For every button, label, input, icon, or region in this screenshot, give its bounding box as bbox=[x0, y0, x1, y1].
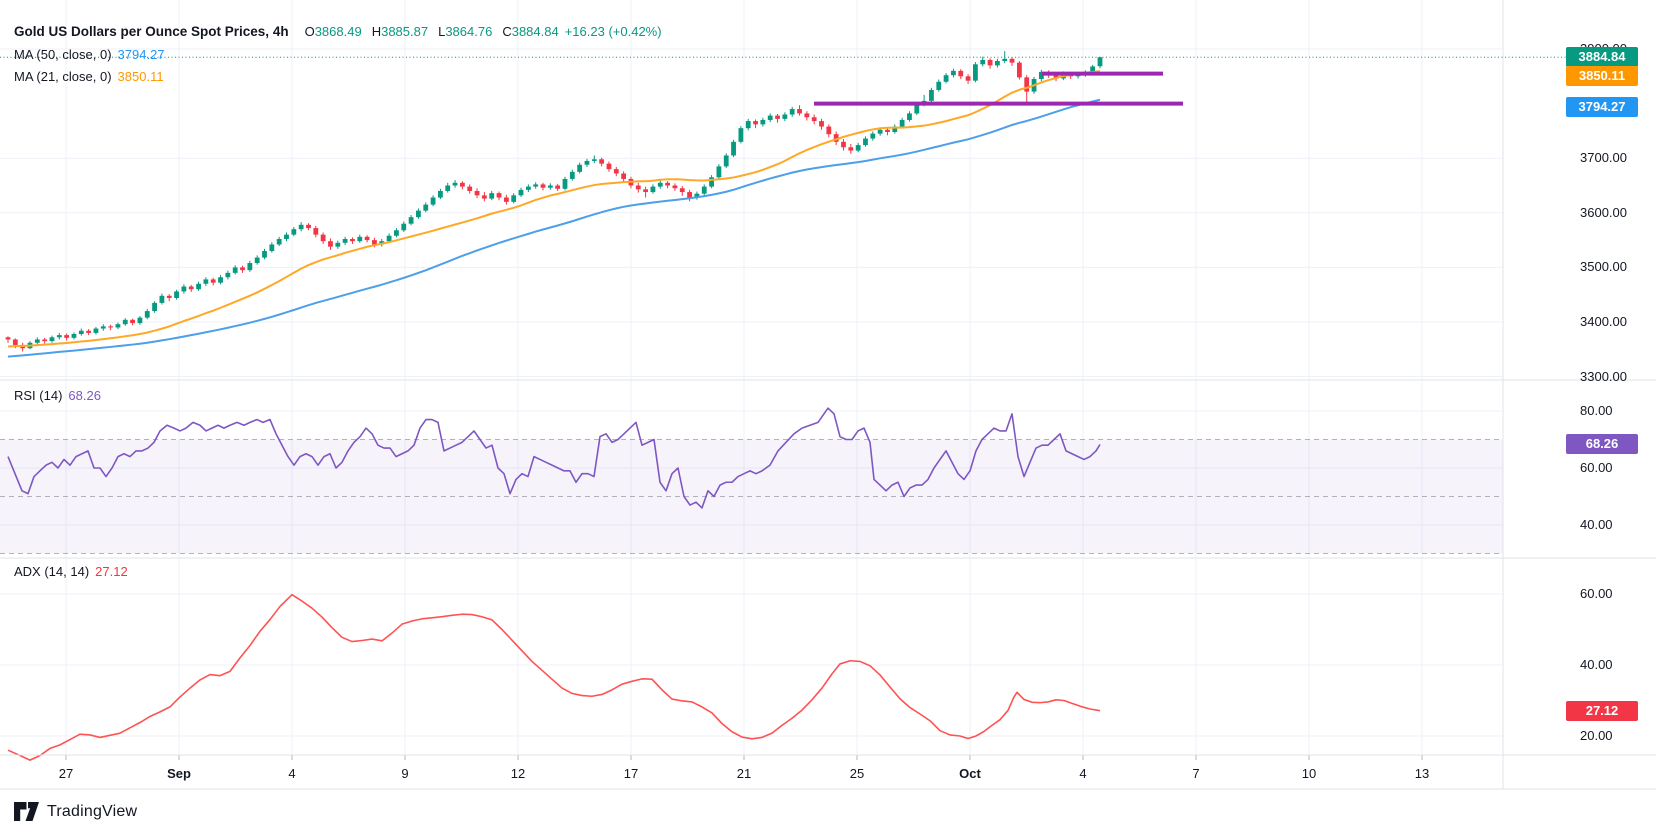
axis-badge: 68.26 bbox=[1566, 434, 1638, 454]
price-axis-label: 3700.00 bbox=[1580, 150, 1627, 165]
ma50-value: 3794.27 bbox=[118, 47, 165, 62]
price-axis-label: 40.00 bbox=[1580, 517, 1613, 532]
close-value: 3884.84 bbox=[512, 24, 559, 39]
time-axis-label: 9 bbox=[370, 766, 440, 781]
ma50-label: MA (50, close, 0) bbox=[14, 47, 112, 62]
low-value: 3864.76 bbox=[445, 24, 492, 39]
ma50-legend-row[interactable]: MA (50, close, 0) 3794.27 bbox=[14, 47, 165, 62]
rsi-legend-row[interactable]: RSI (14) 68.26 bbox=[14, 388, 101, 403]
symbol-legend-row[interactable]: Gold US Dollars per Ounce Spot Prices, 4… bbox=[14, 24, 662, 39]
axis-badge: 3884.84 bbox=[1566, 47, 1638, 67]
tradingview-logo-icon bbox=[14, 801, 39, 822]
adx-legend-row[interactable]: ADX (14, 14) 27.12 bbox=[14, 564, 128, 579]
time-axis-label: 27 bbox=[31, 766, 101, 781]
time-axis-label: Sep bbox=[144, 766, 214, 781]
price-axis-label: 3400.00 bbox=[1580, 314, 1627, 329]
time-axis-label: 17 bbox=[596, 766, 666, 781]
chart-canvas[interactable] bbox=[0, 0, 1656, 838]
adx-value: 27.12 bbox=[95, 564, 128, 579]
rsi-label: RSI (14) bbox=[14, 388, 62, 403]
ma21-legend-row[interactable]: MA (21, close, 0) 3850.11 bbox=[14, 69, 164, 84]
time-axis-label: 21 bbox=[709, 766, 779, 781]
tradingview-chart: Gold US Dollars per Ounce Spot Prices, 4… bbox=[0, 0, 1656, 838]
time-axis-label: 10 bbox=[1274, 766, 1344, 781]
price-axis-label: 3300.00 bbox=[1580, 369, 1627, 384]
axis-badge: 3794.27 bbox=[1566, 97, 1638, 117]
open-label: O bbox=[305, 24, 315, 39]
tradingview-logo-text: TradingView bbox=[47, 803, 137, 821]
adx-label: ADX (14, 14) bbox=[14, 564, 89, 579]
time-axis-label: Oct bbox=[935, 766, 1005, 781]
change-value: +16.23 (+0.42%) bbox=[565, 24, 662, 39]
high-value: 3885.87 bbox=[381, 24, 428, 39]
time-axis-label: 4 bbox=[257, 766, 327, 781]
ma21-value: 3850.11 bbox=[118, 69, 164, 84]
time-axis-label: 7 bbox=[1161, 766, 1231, 781]
axis-badge: 27.12 bbox=[1566, 701, 1638, 721]
price-axis-label: 40.00 bbox=[1580, 657, 1613, 672]
time-axis-label: 4 bbox=[1048, 766, 1118, 781]
time-axis-label: 25 bbox=[822, 766, 892, 781]
open-value: 3868.49 bbox=[315, 24, 362, 39]
price-axis-label: 20.00 bbox=[1580, 728, 1613, 743]
price-axis-label: 3500.00 bbox=[1580, 259, 1627, 274]
price-axis-label: 3600.00 bbox=[1580, 205, 1627, 220]
time-axis-label: 12 bbox=[483, 766, 553, 781]
rsi-value: 68.26 bbox=[68, 388, 101, 403]
ma21-label: MA (21, close, 0) bbox=[14, 69, 112, 84]
high-label: H bbox=[372, 24, 381, 39]
close-label: C bbox=[502, 24, 511, 39]
tradingview-logo[interactable]: TradingView bbox=[14, 801, 137, 822]
price-axis-label: 60.00 bbox=[1580, 460, 1613, 475]
axis-badge: 3850.11 bbox=[1566, 66, 1638, 86]
price-axis-label: 60.00 bbox=[1580, 586, 1613, 601]
time-axis-label: 13 bbox=[1387, 766, 1457, 781]
price-axis-label: 80.00 bbox=[1580, 403, 1613, 418]
symbol-title[interactable]: Gold US Dollars per Ounce Spot Prices, 4… bbox=[14, 24, 289, 39]
